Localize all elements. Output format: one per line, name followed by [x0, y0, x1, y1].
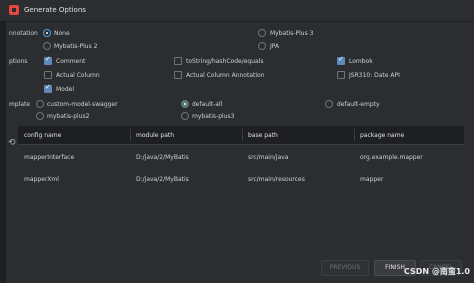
template-default-all-radio[interactable]: [181, 100, 189, 108]
table-header: config name module path base path packag…: [18, 126, 464, 145]
template-default-all-label: default-all: [192, 101, 223, 108]
header-base-path[interactable]: base path: [248, 132, 278, 139]
cell-package-name: org.example.mapper: [360, 154, 423, 161]
left-edge: [0, 22, 6, 283]
actual-column-annotation-label: Actual Column Annotation: [186, 72, 265, 79]
column-divider: [354, 129, 355, 141]
app-icon: [9, 5, 19, 15]
annotation-mybatis-plus3-label: Mybatis-Plus 3: [270, 30, 314, 37]
comment-checkbox[interactable]: [44, 55, 52, 65]
model-checkbox[interactable]: [44, 83, 52, 93]
column-divider: [130, 129, 131, 141]
annotation-mybatis-plus3-radio[interactable]: [258, 29, 266, 37]
tostring-label: toString/hashCode/equals: [186, 58, 264, 65]
annotation-jpa-radio[interactable]: [258, 42, 266, 50]
actual-column-annotation-checkbox[interactable]: [174, 71, 182, 79]
table-row[interactable]: mapperXml D:/java/2/MyBatis src/main/res…: [18, 168, 464, 190]
cell-package-name: mapper: [360, 176, 384, 183]
button-bar: PREVIOUS FINISH CANCEL: [0, 246, 474, 283]
cell-module-path: D:/java/2/MyBatis: [136, 154, 189, 161]
watermark: CSDN @南蛮1.0: [403, 267, 470, 276]
annotation-mybatis-plus2-radio[interactable]: [43, 42, 51, 50]
template-mybatis-plus2-label: mybatis-plus2: [47, 113, 90, 120]
template-custom-model-swagger-radio[interactable]: [36, 100, 44, 108]
header-module-path[interactable]: module path: [136, 132, 174, 139]
annotation-jpa-label: JPA: [270, 43, 280, 50]
header-config-name[interactable]: config name: [24, 132, 61, 139]
actual-column-checkbox[interactable]: [44, 71, 52, 79]
cell-module-path: D:/java/2/MyBatis: [136, 176, 189, 183]
annotation-none-label: None: [54, 30, 70, 37]
template-custom-model-swagger-label: custom-model-swagger: [47, 101, 118, 108]
template-label: mplate: [9, 101, 31, 108]
template-mybatis-plus3-label: mybatis-plus3: [192, 113, 235, 120]
column-divider: [242, 129, 243, 141]
table-row[interactable]: mapperInterface D:/java/2/MyBatis src/ma…: [18, 146, 464, 168]
cell-config-name: mapperXml: [24, 176, 59, 183]
actual-column-label: Actual Column: [56, 72, 100, 79]
annotation-mybatis-plus2-label: Mybatis-Plus 2: [54, 43, 98, 50]
cell-config-name: mapperInterface: [24, 154, 75, 161]
options-label: ptions: [9, 58, 28, 65]
config-table: config name module path base path packag…: [18, 120, 464, 200]
model-label: Model: [56, 86, 75, 93]
header-package-name[interactable]: package name: [360, 132, 404, 139]
jsr310-label: JSR310: Date API: [349, 72, 400, 79]
previous-button[interactable]: PREVIOUS: [321, 260, 369, 276]
template-mybatis-plus2-radio[interactable]: [36, 112, 44, 120]
jsr310-checkbox[interactable]: [337, 71, 345, 79]
annotation-label: nnotation: [9, 30, 38, 37]
cell-base-path: src/main/resources: [248, 176, 305, 183]
cell-base-path: src/main/java: [248, 154, 289, 161]
window-title: Generate Options: [24, 6, 86, 14]
template-default-empty-radio[interactable]: [325, 100, 333, 108]
annotation-none-radio[interactable]: [43, 29, 51, 37]
tostring-checkbox[interactable]: [174, 57, 182, 65]
refresh-icon[interactable]: ⟲: [8, 138, 16, 148]
lombok-label: Lombok: [349, 58, 373, 65]
title-bar: Generate Options: [0, 0, 474, 22]
template-mybatis-plus3-radio[interactable]: [181, 112, 189, 120]
comment-label: Comment: [56, 58, 86, 65]
lombok-checkbox[interactable]: [337, 55, 345, 65]
template-default-empty-label: default-empty: [337, 101, 380, 108]
